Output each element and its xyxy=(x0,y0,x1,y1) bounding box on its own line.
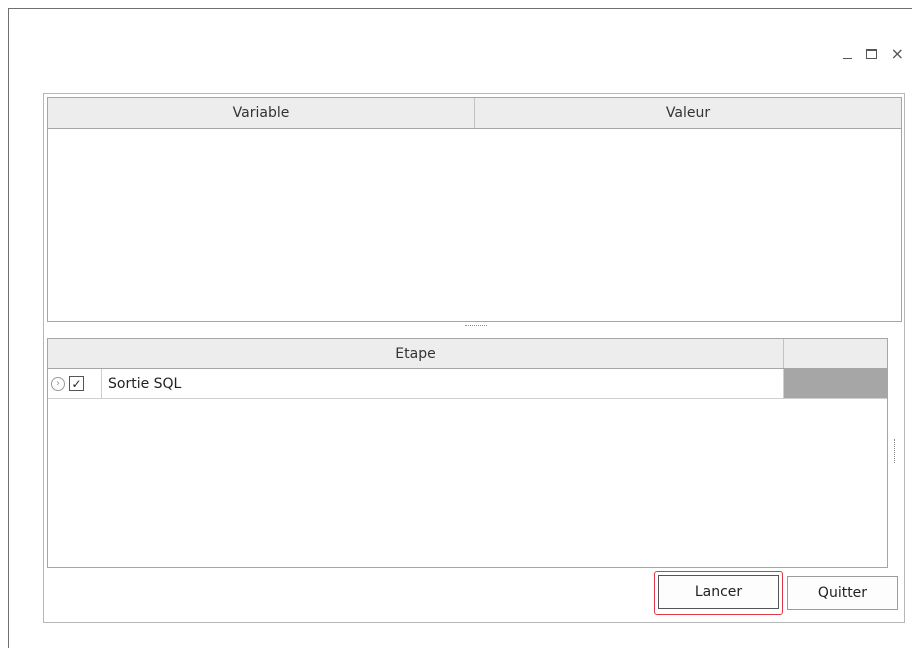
lancer-button[interactable]: Lancer xyxy=(658,575,779,609)
step-extra-cell[interactable] xyxy=(784,369,887,398)
minimize-icon[interactable] xyxy=(842,49,852,59)
steps-grid-header: Etape xyxy=(48,339,887,369)
splitter-handle[interactable] xyxy=(465,325,487,326)
steps-grid[interactable]: Etape › ✓ Sortie SQL xyxy=(47,338,888,568)
variables-grid[interactable]: Variable Valeur xyxy=(47,97,902,322)
dialog-window: × Variable Valeur Etape › ✓ Sortie SQL L… xyxy=(8,8,912,648)
side-grip-handle[interactable] xyxy=(894,439,895,463)
column-header-etape[interactable]: Etape xyxy=(48,339,784,368)
checkbox[interactable]: ✓ xyxy=(69,376,84,391)
column-header-valeur[interactable]: Valeur xyxy=(475,98,901,128)
column-header-variable[interactable]: Variable xyxy=(48,98,475,128)
variables-grid-header: Variable Valeur xyxy=(48,98,901,129)
window-controls: × xyxy=(842,46,904,62)
row-indicator: › ✓ xyxy=(48,369,102,398)
quitter-button[interactable]: Quitter xyxy=(787,576,898,610)
step-name-cell[interactable]: Sortie SQL xyxy=(102,369,784,398)
close-icon[interactable]: × xyxy=(891,46,904,62)
circle-arrow-right-icon: › xyxy=(51,376,65,391)
dialog-content-frame: Variable Valeur Etape › ✓ Sortie SQL Lan… xyxy=(43,93,905,623)
maximize-icon[interactable] xyxy=(865,49,877,59)
column-header-extra[interactable] xyxy=(784,339,887,368)
table-row[interactable]: › ✓ Sortie SQL xyxy=(48,369,887,399)
